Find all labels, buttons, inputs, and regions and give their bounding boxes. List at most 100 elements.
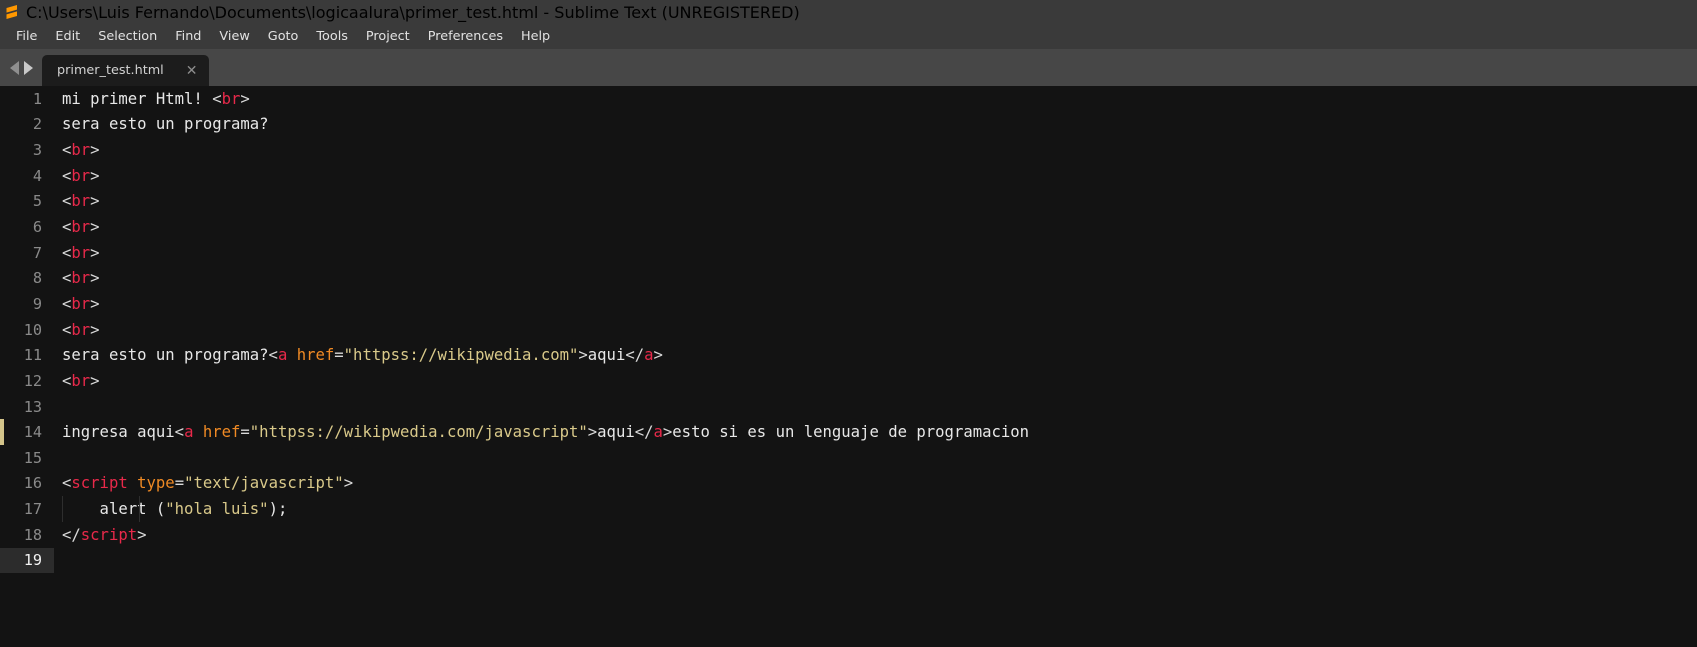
code-token-plain: sera esto un programa?: [62, 346, 269, 365]
chevron-right-icon[interactable]: [24, 60, 33, 75]
code-token-punct: </: [634, 423, 654, 442]
code-line[interactable]: 14 ingresa aqui< a href="httpss://wikipwed…: [0, 419, 1697, 445]
line-number: 2: [32, 115, 42, 134]
code-line[interactable]: 16 <script type="text/javascript">: [0, 471, 1697, 497]
code-line[interactable]: 10 <br>: [0, 317, 1697, 343]
code-token-punct: <: [174, 423, 185, 442]
code-token-punct: <: [62, 294, 72, 313]
code-line[interactable]: 7 <br>: [0, 240, 1697, 266]
code-line[interactable]: 6 <br>: [0, 214, 1697, 240]
close-icon[interactable]: ✕: [186, 64, 198, 78]
code-line-text: <br>: [54, 192, 100, 210]
code-line[interactable]: 12 <br>: [0, 368, 1697, 394]
code-line[interactable]: 1 mi primer Html! <br>: [0, 86, 1697, 112]
code-token-tag: br: [71, 320, 91, 339]
code-line[interactable]: 11 sera esto un programa?<a href="httpss:…: [0, 342, 1697, 368]
code-line[interactable]: 8 <br>: [0, 265, 1697, 291]
line-number: 18: [23, 525, 42, 544]
code-token-tag: br: [71, 166, 91, 185]
code-token-punct: >: [90, 269, 100, 288]
code-line-text: <br>: [54, 372, 100, 390]
code-token-punct: </: [625, 346, 645, 365]
menu-item-edit[interactable]: Edit: [46, 27, 89, 47]
code-token-tag: br: [71, 243, 91, 262]
menu-item-goto[interactable]: Goto: [259, 27, 308, 47]
line-number: 14: [23, 423, 42, 442]
line-number: 19: [0, 547, 54, 574]
code-token-punct: >: [137, 525, 147, 544]
code-line-text: alert ("hola luis");: [54, 500, 288, 519]
code-token-punct: >: [343, 474, 354, 493]
line-number: 9: [32, 294, 42, 313]
code-token-plain: ingresa aqui: [62, 423, 175, 442]
code-line[interactable]: 18 </script>: [0, 522, 1697, 548]
code-token-punct: <: [62, 474, 72, 493]
menu-item-view[interactable]: View: [210, 27, 258, 47]
menu-item-tools[interactable]: Tools: [307, 27, 357, 47]
code-line[interactable]: 3 <br>: [0, 137, 1697, 163]
code-line[interactable]: 19: [0, 547, 1697, 574]
code-line-text: <script type="text/javascript">: [54, 474, 353, 492]
code-token-plain: );: [268, 500, 288, 519]
code-token-string: "hola luis": [165, 500, 269, 519]
code-line[interactable]: 15: [0, 445, 1697, 471]
code-token-tag: br: [71, 141, 91, 160]
code-token-attr: type: [137, 474, 175, 493]
code-token-tag: br: [221, 89, 241, 108]
code-line-text: <br>: [54, 269, 100, 287]
menu-item-preferences[interactable]: Preferences: [419, 27, 512, 47]
code-line-text: <br>: [54, 321, 100, 339]
code-editor[interactable]: 1 mi primer Html! <br> 2 sera esto un progr…: [0, 86, 1697, 647]
menu-item-find[interactable]: Find: [166, 27, 210, 47]
line-number: 10: [23, 320, 42, 339]
code-token-string: "httpss://wikipwedia.com": [343, 346, 579, 365]
modified-line-marker: [0, 419, 4, 445]
code-token-punct: >: [90, 166, 100, 185]
menu-item-project[interactable]: Project: [357, 27, 419, 47]
code-line-text: <br>: [54, 295, 100, 313]
sublime-text-logo-icon: [6, 5, 17, 19]
code-line[interactable]: 2 sera esto un programa?: [0, 112, 1697, 138]
code-token-string: "text/javascript": [184, 474, 344, 493]
code-token-punct: >: [90, 141, 100, 160]
line-number: 17: [23, 500, 42, 519]
code-token-punct: >: [578, 346, 588, 365]
code-token-plain: aqui: [597, 423, 635, 442]
code-token-plain: aqui: [587, 346, 626, 365]
code-line-text: sera esto un programa?<a href="httpss://…: [54, 346, 663, 364]
code-token-punct: </: [62, 525, 81, 544]
code-token-punct: >: [587, 423, 598, 442]
code-token-punct: <: [62, 320, 72, 339]
code-line[interactable]: 13: [0, 394, 1697, 420]
code-line[interactable]: 9 <br>: [0, 291, 1697, 317]
chevron-left-icon[interactable]: [10, 60, 19, 75]
code-token-tag: br: [71, 192, 91, 211]
code-line[interactable]: 5 <br>: [0, 189, 1697, 215]
code-token-punct: <: [62, 166, 72, 185]
code-token-punct: >: [240, 89, 250, 108]
code-token-attr: href: [296, 346, 335, 365]
code-token-punct: >: [90, 243, 100, 262]
code-line-text: mi primer Html! <br>: [54, 90, 250, 108]
code-line-text: ingresa aqui< a href="httpss://wikipwedia…: [54, 423, 1029, 441]
code-token-string: "httpss://wikipwedia.com/javascript": [249, 423, 588, 442]
indent-guide: [62, 496, 63, 522]
code-token-tag: script: [80, 525, 138, 544]
code-token-punct: <: [212, 89, 222, 108]
code-token-plain: esto si es un lenguaje de programacion: [672, 423, 1030, 442]
menu-item-file[interactable]: File: [7, 27, 46, 47]
code-line-text: sera esto un programa?: [54, 115, 269, 133]
code-token-punct: =: [240, 423, 250, 442]
code-token-punct: >: [90, 371, 100, 390]
code-line[interactable]: 4 <br>: [0, 163, 1697, 189]
menu-item-selection[interactable]: Selection: [89, 27, 166, 47]
line-number: 4: [32, 166, 42, 185]
tab-bar: primer_test.html ✕: [0, 49, 1697, 86]
code-line[interactable]: 17 alert ("hola luis");: [0, 496, 1697, 522]
code-line-text: <br>: [54, 218, 100, 236]
code-token-punct: =: [174, 474, 185, 493]
menu-item-help[interactable]: Help: [512, 27, 559, 47]
tab-primer-test-html[interactable]: primer_test.html ✕: [42, 55, 210, 86]
line-number: 15: [23, 448, 42, 467]
code-token-punct: <: [62, 243, 72, 262]
